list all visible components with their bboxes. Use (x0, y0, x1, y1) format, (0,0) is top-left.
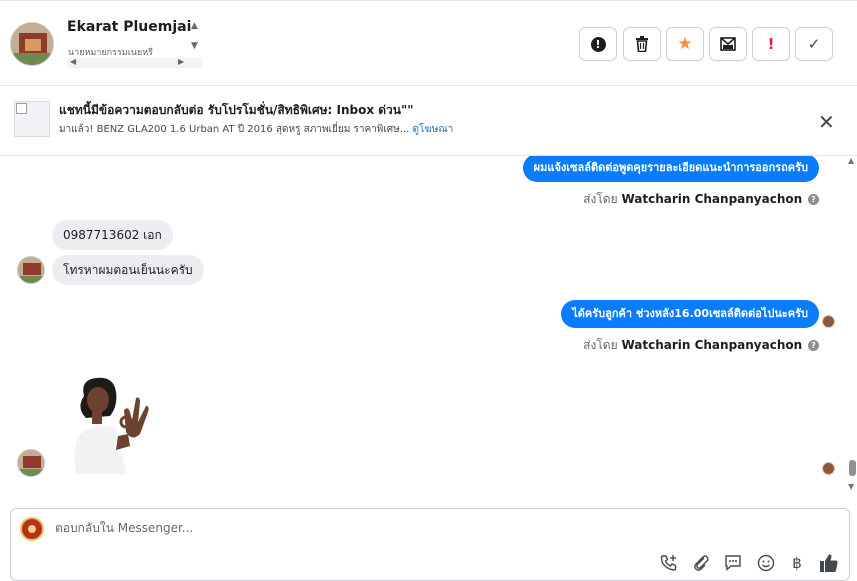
done-check-icon: ✓ (807, 35, 821, 53)
sent-by-prefix: ส่งโดย (583, 338, 618, 352)
attach-button[interactable] (690, 552, 712, 574)
sent-by-label: ส่งโดย Watcharin Chanpanyachon ? (583, 190, 819, 209)
smiley-icon (757, 554, 775, 572)
help-icon[interactable]: ? (808, 340, 819, 351)
delete-button[interactable] (623, 27, 661, 61)
scroll-down-icon[interactable]: ▼ (848, 482, 854, 491)
ad-title: แชทนี้มีข้อความตอบกลับต่อ รับโปรโมชั่น/ส… (59, 103, 414, 117)
seen-avatar (822, 462, 835, 475)
trash-icon (636, 36, 648, 52)
sent-by-name: Watcharin Chanpanyachon (621, 338, 803, 352)
thumbs-up-button[interactable] (818, 552, 840, 574)
scroll-down-icon[interactable]: ▼ (191, 41, 198, 51)
add-call-button[interactable] (658, 552, 680, 574)
sent-by-name: Watcharin Chanpanyachon (621, 192, 803, 206)
ad-description: มาแล้ว! BENZ GLA200 1.6 Urban AT ปี 2016… (59, 122, 453, 137)
scroll-up-icon[interactable]: ▲ (848, 156, 854, 165)
paperclip-icon (694, 555, 709, 571)
reply-input[interactable] (55, 521, 655, 535)
ad-description-text: มาแล้ว! BENZ GLA200 1.6 Urban AT ปี 2016… (59, 124, 410, 135)
mark-done-button[interactable]: ✓ (795, 27, 833, 61)
sticker-ok-hand[interactable] (66, 376, 156, 476)
reply-composer: ฿ (10, 508, 850, 581)
horizontal-scrollbar[interactable]: ◀ ▶ (68, 57, 202, 68)
alert-circle-icon: ! (590, 36, 606, 52)
mark-unread-icon (720, 37, 736, 51)
scroll-right-icon[interactable]: ▶ (178, 57, 184, 66)
sent-by-label: ส่งโดย Watcharin Chanpanyachon ? (583, 336, 819, 355)
sent-by-prefix: ส่งโดย (583, 192, 618, 206)
ad-thumbnail[interactable] (14, 101, 50, 137)
report-button[interactable]: ! (579, 27, 617, 61)
follow-up-icon: ! (767, 35, 775, 53)
baht-payment-icon[interactable]: ฿ (786, 552, 808, 574)
follow-up-button[interactable]: ! (752, 27, 790, 61)
star-button[interactable]: ★ (666, 27, 704, 61)
seen-avatar (822, 315, 835, 328)
chat-bubble-icon (725, 555, 741, 572)
incoming-message[interactable]: โทรหาผมตอนเย็นนะครับ (52, 255, 204, 285)
page-avatar (20, 517, 44, 541)
emoji-button[interactable] (755, 552, 777, 574)
view-ad-link[interactable]: ดูโฆษณา (412, 124, 453, 135)
close-icon[interactable]: ✕ (818, 110, 835, 134)
vertical-scrollbar[interactable]: ▲ ▼ (847, 156, 857, 496)
scrollbar-thumb[interactable] (849, 460, 856, 476)
incoming-message[interactable]: 0987713602 เอก (52, 220, 173, 250)
thumbs-up-icon (820, 554, 838, 572)
mark-unread-button[interactable] (709, 27, 747, 61)
outgoing-message[interactable]: ผมแจ้งเซลล์ติดต่อพูดคุยรายละเอียดแนะนำกา… (522, 156, 819, 182)
outgoing-message[interactable]: ได้ครับลูกค้า ช่วงหลัง16.00เซลล์ติดต่อไป… (561, 300, 819, 328)
scroll-up-icon[interactable]: ▲ (191, 21, 198, 31)
contact-name[interactable]: Ekarat Pluemjai (67, 19, 191, 35)
star-icon: ★ (677, 34, 693, 54)
message-thread: ผมแจ้งเซลล์ติดต่อพูดคุยรายละเอียดแนะนำกา… (0, 156, 857, 496)
scroll-left-icon[interactable]: ◀ (70, 57, 76, 66)
contact-avatar[interactable] (10, 22, 54, 66)
contact-avatar-small[interactable] (17, 256, 45, 284)
ad-context-banner: แชทนี้มีข้อความตอบกลับต่อ รับโปรโมชั่น/ส… (0, 86, 857, 156)
saved-replies-button[interactable] (722, 552, 744, 574)
contact-avatar-small[interactable] (17, 449, 45, 477)
phone-plus-icon (660, 555, 677, 571)
conversation-header: Ekarat Pluemjai นายหมายกรรมเนยหรี ▲ ▼ ◀ … (0, 0, 857, 86)
help-icon[interactable]: ? (808, 194, 819, 205)
contact-subtitle: นายหมายกรรมเนยหรี (68, 48, 153, 55)
